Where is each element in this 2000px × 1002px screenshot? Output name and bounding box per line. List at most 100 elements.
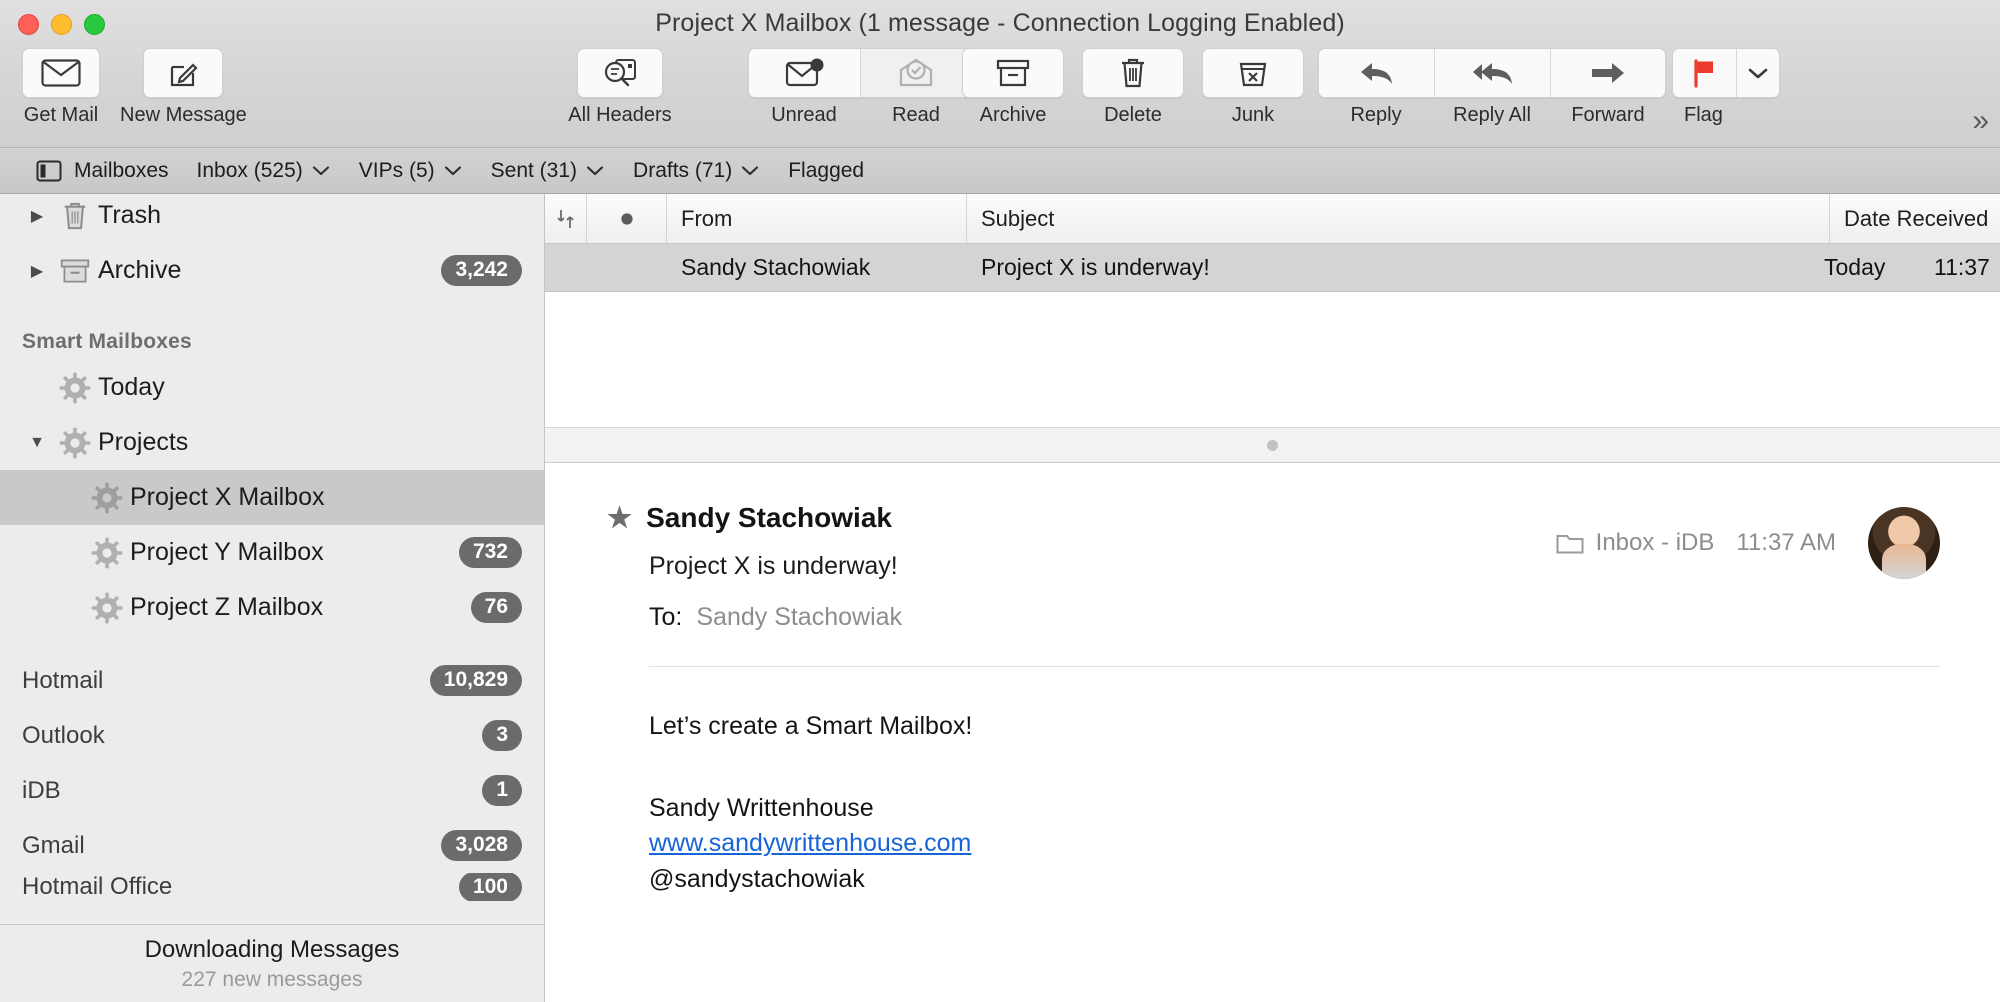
read-state-segmented[interactable] bbox=[748, 48, 972, 98]
sidebar-item-projects[interactable]: ▼ Projects bbox=[0, 415, 544, 470]
chevron-down-icon[interactable] bbox=[443, 164, 463, 177]
archive-button[interactable] bbox=[962, 48, 1064, 98]
sidebar-scroll[interactable]: ▶ Junk ▶ Trash ▶ bbox=[0, 194, 544, 924]
vip-star-icon[interactable]: ★ bbox=[607, 501, 632, 534]
sidebar-account-idb[interactable]: iDB 1 bbox=[0, 763, 544, 818]
sidebar-badge-idb: 1 bbox=[482, 775, 522, 806]
new-message-label: New Message bbox=[120, 104, 247, 126]
row-from: Sandy Stachowiak bbox=[681, 254, 871, 280]
sidebar-badge-hotmail-office: 100 bbox=[458, 873, 522, 901]
favorite-drafts-label: Drafts (71) bbox=[633, 158, 733, 182]
toolbar-new-message[interactable]: New Message bbox=[120, 48, 247, 127]
sidebar-account-hotmail[interactable]: Hotmail 10,829 bbox=[0, 653, 544, 708]
flag-segmented[interactable] bbox=[1672, 48, 1780, 98]
message-list-header: From Subject Date Received bbox=[545, 194, 2000, 244]
all-headers-button[interactable] bbox=[577, 48, 663, 98]
toolbar-reply-group[interactable]: Reply Reply All Forward bbox=[1318, 48, 1666, 127]
chevron-down-icon[interactable] bbox=[311, 164, 331, 177]
sidebar-item-today[interactable]: Today bbox=[0, 360, 544, 415]
chevron-down-icon[interactable] bbox=[740, 164, 760, 177]
gear-icon bbox=[84, 537, 130, 569]
sidebar-badge-outlook: 3 bbox=[482, 720, 522, 751]
column-date-received[interactable]: Date Received bbox=[1830, 194, 2000, 243]
sidebar-item-project-y-mailbox[interactable]: Project Y Mailbox 732 bbox=[0, 525, 544, 580]
read-state-labels: Unread Read bbox=[748, 104, 972, 127]
mailboxes-toggle[interactable]: Mailboxes bbox=[22, 154, 183, 188]
toolbar-overflow-button[interactable]: » bbox=[1972, 104, 1989, 138]
row-time: 11:37 bbox=[1934, 254, 1990, 280]
toolbar-read-state-group[interactable]: Unread Read bbox=[748, 48, 972, 127]
get-mail-button[interactable] bbox=[22, 48, 100, 98]
delete-button[interactable] bbox=[1082, 48, 1184, 98]
chevron-down-icon[interactable] bbox=[585, 164, 605, 177]
toolbar-flag[interactable]: Flag bbox=[1672, 48, 1780, 127]
unread-button[interactable] bbox=[749, 49, 860, 97]
sidebar-item-project-z-mailbox[interactable]: Project Z Mailbox 76 bbox=[0, 580, 544, 635]
sidebar-item-project-x-mailbox[interactable]: Project X Mailbox bbox=[0, 470, 544, 525]
favorite-inbox-label: Inbox (525) bbox=[196, 158, 303, 182]
mailboxes-label: Mailboxes bbox=[74, 158, 169, 182]
splitter-grip[interactable] bbox=[1267, 439, 1278, 451]
favorite-vips[interactable]: VIPs (5) bbox=[345, 154, 477, 188]
sidebar-account-gmail-label: Gmail bbox=[22, 831, 85, 859]
column-thread[interactable] bbox=[545, 194, 587, 243]
chevron-down-icon bbox=[1747, 66, 1769, 80]
envelope-icon bbox=[41, 59, 81, 87]
junk-button[interactable] bbox=[1202, 48, 1304, 98]
favorite-vips-label: VIPs (5) bbox=[358, 158, 435, 182]
favorite-flagged[interactable]: Flagged bbox=[774, 154, 878, 188]
reader-time: 11:37 AM bbox=[1736, 529, 1836, 556]
forward-button[interactable] bbox=[1549, 49, 1665, 97]
unread-label: Unread bbox=[771, 104, 837, 126]
signature-link[interactable]: www.sandywrittenhouse.com bbox=[649, 829, 971, 857]
toolbar-junk[interactable]: Junk bbox=[1180, 48, 1326, 127]
new-message-button[interactable] bbox=[143, 48, 223, 98]
sidebar-account-gmail[interactable]: Gmail 3,028 bbox=[0, 818, 544, 873]
reader-mailbox: Inbox - iDB bbox=[1556, 529, 1714, 557]
sidebar-account-hotmail-office[interactable]: Hotmail Office 100 bbox=[0, 873, 544, 901]
reply-button[interactable] bbox=[1319, 49, 1434, 97]
flag-dropdown-button[interactable] bbox=[1735, 49, 1779, 97]
sidebar-badge-hotmail: 10,829 bbox=[429, 665, 522, 696]
column-from[interactable]: From bbox=[667, 194, 967, 243]
body-blank-line bbox=[649, 745, 1940, 791]
dot-icon bbox=[619, 211, 635, 227]
reply-segmented[interactable] bbox=[1318, 48, 1666, 98]
favorite-inbox[interactable]: Inbox (525) bbox=[183, 154, 345, 188]
sidebar-item-project-y-label: Project Y Mailbox bbox=[130, 538, 324, 566]
reader-sender: Sandy Stachowiak bbox=[646, 501, 892, 533]
reply-arrow-icon bbox=[1357, 58, 1397, 88]
reply-all-button[interactable] bbox=[1434, 49, 1549, 97]
column-subject[interactable]: Subject bbox=[967, 194, 1830, 243]
toolbar-all-headers[interactable]: All Headers bbox=[550, 48, 690, 127]
sidebar-badge-gmail: 3,028 bbox=[441, 830, 522, 861]
sidebar-account-idb-label: iDB bbox=[22, 776, 61, 804]
disclosure-triangle-icon[interactable]: ▶ bbox=[22, 261, 52, 281]
column-unread[interactable] bbox=[587, 194, 667, 243]
favorite-sent[interactable]: Sent (31) bbox=[477, 154, 619, 188]
disclosure-triangle-icon[interactable]: ▶ bbox=[22, 206, 52, 226]
gear-icon bbox=[84, 592, 130, 624]
table-row[interactable]: Sandy Stachowiak Project X is underway! … bbox=[545, 244, 2000, 292]
sidebar-item-project-z-label: Project Z Mailbox bbox=[130, 593, 324, 621]
pane-splitter[interactable] bbox=[545, 427, 2000, 463]
sidebar-item-archive[interactable]: ▶ Archive 3,242 bbox=[0, 243, 544, 298]
favorites-bar: Mailboxes Inbox (525) VIPs (5) Sent (31)… bbox=[0, 148, 2000, 194]
titlebar: Project X Mailbox (1 message - Connectio… bbox=[0, 0, 2000, 148]
flag-icon bbox=[1690, 58, 1718, 88]
archive-box-icon bbox=[996, 58, 1030, 88]
toolbar-get-mail[interactable]: Get Mail bbox=[22, 48, 100, 127]
message-list-empty-area bbox=[545, 292, 2000, 427]
body-handle: @sandystachowiak bbox=[649, 864, 865, 893]
message-reader: ★ Sandy Stachowiak Project X is underway… bbox=[545, 463, 2000, 1002]
disclosure-triangle-icon[interactable]: ▼ bbox=[22, 434, 52, 452]
reader-body: Let’s create a Smart Mailbox! Sandy Writ… bbox=[649, 667, 1940, 897]
flag-button[interactable] bbox=[1673, 49, 1736, 97]
sidebar-account-outlook[interactable]: Outlook 3 bbox=[0, 708, 544, 763]
favorite-drafts[interactable]: Drafts (71) bbox=[619, 154, 774, 188]
sidebar-item-trash[interactable]: ▶ Trash bbox=[0, 194, 544, 243]
sidebar: ▶ Junk ▶ Trash ▶ bbox=[0, 194, 545, 1002]
reply-label: Reply bbox=[1350, 104, 1402, 126]
headers-search-icon bbox=[603, 58, 637, 88]
